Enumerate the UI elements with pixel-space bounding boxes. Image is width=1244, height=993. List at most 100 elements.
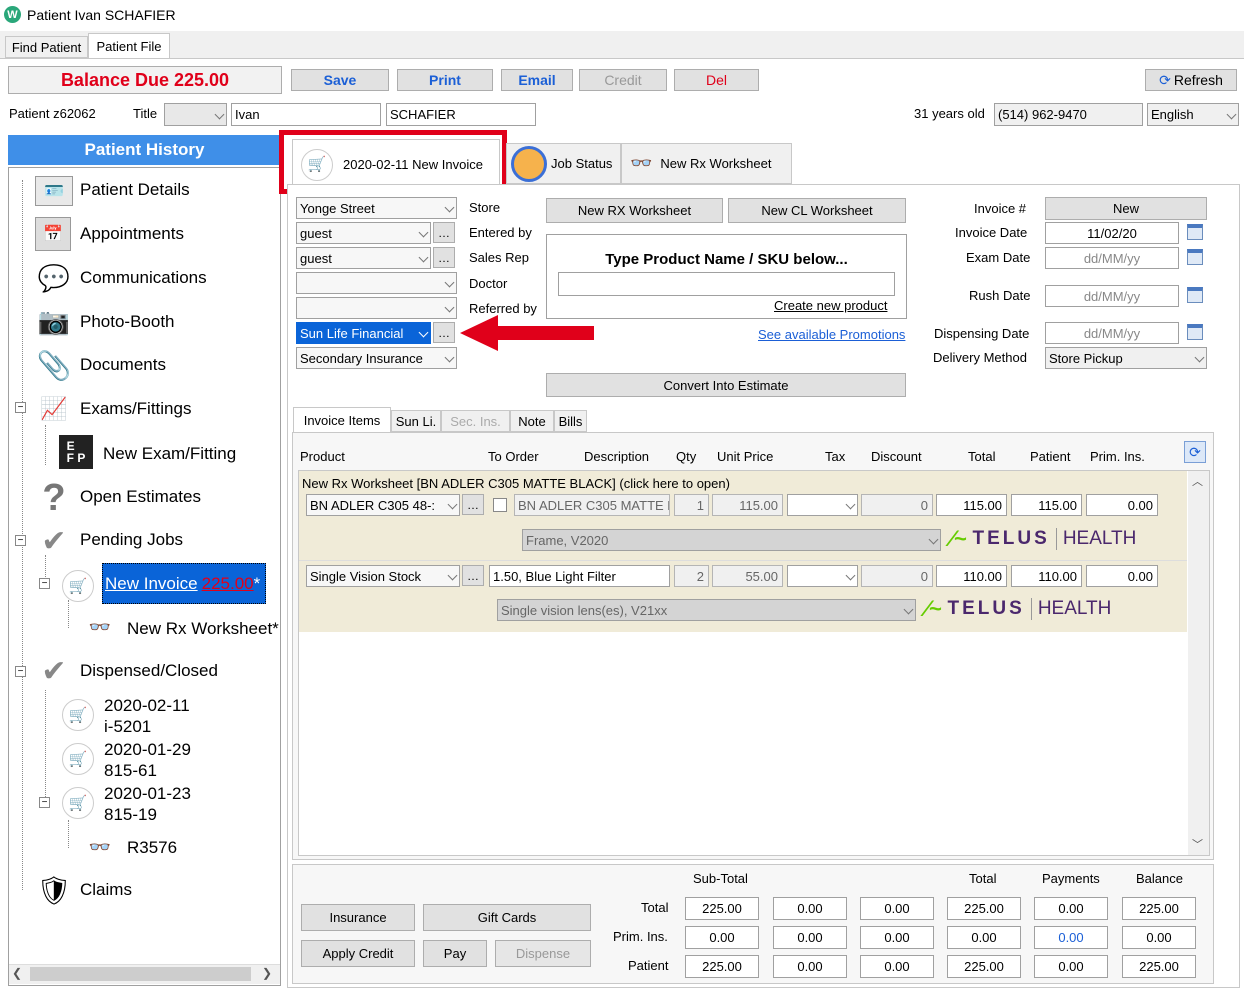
tree-pending-jobs[interactable]: Pending Jobs: [80, 530, 183, 550]
doctor-dropdown[interactable]: [296, 272, 457, 294]
row2-total[interactable]: 110.00: [936, 565, 1007, 587]
row1-total[interactable]: 115.00: [936, 494, 1007, 516]
row1-description[interactable]: BN ADLER C305 MATTE B: [514, 494, 670, 516]
insurance-button[interactable]: Insurance: [301, 904, 415, 931]
row2-tax-dropdown[interactable]: [787, 565, 858, 587]
tab-sec-ins[interactable]: Sec. Ins.: [441, 410, 510, 432]
prim-payments[interactable]: 0.00: [1034, 926, 1108, 949]
tree-invoice-815-61[interactable]: 2020-01-29 815-61: [104, 739, 191, 781]
language-dropdown[interactable]: English: [1147, 103, 1239, 126]
insurance-dropdown[interactable]: Sun Life Financial: [296, 322, 431, 344]
tree-documents[interactable]: Documents: [80, 355, 166, 375]
save-button[interactable]: Save: [291, 69, 389, 91]
print-button[interactable]: Print: [397, 69, 493, 91]
delivery-method-dropdown[interactable]: Store Pickup: [1045, 347, 1207, 369]
tree-invoice-815-19[interactable]: 2020-01-23 815-19: [104, 783, 191, 825]
scroll-down-icon[interactable]: ﹀: [1192, 836, 1203, 852]
secondary-insurance-dropdown[interactable]: Secondary Insurance: [296, 347, 457, 369]
entered-by-dropdown[interactable]: guest: [296, 222, 431, 244]
row2-description[interactable]: 1.50, Blue Light Filter: [489, 565, 670, 587]
tree-photo-booth[interactable]: Photo-Booth: [80, 312, 175, 332]
row1-more-button[interactable]: …: [462, 494, 484, 515]
row2-sub-dropdown[interactable]: Single vision lens(es), V21xx: [497, 599, 916, 621]
tree-new-exam[interactable]: New Exam/Fitting: [103, 444, 236, 464]
tab-sun-life[interactable]: Sun Li.: [391, 410, 441, 432]
insurance-more-button[interactable]: …: [433, 322, 455, 343]
tab-find-patient[interactable]: Find Patient: [5, 36, 88, 58]
convert-estimate-button[interactable]: Convert Into Estimate: [546, 373, 906, 397]
row1-qty[interactable]: 1: [674, 494, 709, 516]
exam-date-field[interactable]: dd/MM/yy: [1045, 247, 1179, 269]
tab-bills[interactable]: Bills: [554, 410, 587, 432]
delete-button[interactable]: Del: [674, 69, 759, 91]
first-name-field[interactable]: Ivan: [231, 103, 381, 126]
tab-note[interactable]: Note: [510, 410, 554, 432]
scroll-up-icon[interactable]: ︿: [1192, 473, 1203, 489]
row2-unit-price[interactable]: 55.00: [712, 565, 783, 587]
create-product-link[interactable]: Create new product: [774, 298, 887, 313]
row2-more-button[interactable]: …: [462, 565, 484, 586]
entered-by-more-button[interactable]: …: [433, 222, 455, 243]
row2-prim-ins[interactable]: 0.00: [1086, 565, 1158, 587]
tree-claims[interactable]: Claims: [80, 880, 132, 900]
calendar-icon[interactable]: [1187, 224, 1203, 240]
promotions-link[interactable]: See available Promotions: [758, 327, 905, 342]
new-rx-worksheet-button[interactable]: New RX Worksheet: [546, 198, 723, 223]
tab-patient-file[interactable]: Patient File: [88, 33, 170, 59]
phone-field[interactable]: (514) 962-9470: [994, 103, 1143, 126]
row1-unit-price[interactable]: 115.00: [712, 494, 783, 516]
invoice-date-field[interactable]: 11/02/20: [1045, 222, 1179, 244]
calendar-icon[interactable]: [1187, 249, 1203, 265]
store-dropdown[interactable]: Yonge Street: [296, 197, 457, 219]
email-button[interactable]: Email: [501, 69, 573, 91]
referred-by-dropdown[interactable]: [296, 297, 457, 319]
pay-button[interactable]: Pay: [423, 940, 487, 967]
last-name-field[interactable]: SCHAFIER: [386, 103, 536, 126]
calendar-icon[interactable]: [1187, 324, 1203, 340]
history-header[interactable]: Patient History: [8, 135, 281, 165]
tree-new-rx-worksheet[interactable]: New Rx Worksheet*: [127, 619, 279, 639]
tree-open-estimates[interactable]: Open Estimates: [80, 487, 201, 507]
row1-product-dropdown[interactable]: BN ADLER C305 48-:: [306, 494, 460, 516]
tree-dispensed-closed[interactable]: Dispensed/Closed: [80, 661, 218, 681]
tree-appointments[interactable]: Appointments: [80, 224, 184, 244]
scroll-right-icon[interactable]: ❯: [262, 966, 272, 980]
balance-due-button[interactable]: Balance Due 225.00: [8, 66, 282, 94]
tree-new-invoice[interactable]: New Invoice 225.00 *: [102, 563, 266, 604]
row1-discount[interactable]: 0: [861, 494, 933, 516]
tab-job-status[interactable]: Job Status: [506, 143, 621, 184]
dispensing-date-field[interactable]: dd/MM/yy: [1045, 322, 1179, 344]
items-scrollbar[interactable]: [1188, 471, 1209, 855]
sales-rep-more-button[interactable]: …: [433, 247, 455, 268]
scroll-thumb[interactable]: [30, 967, 251, 981]
row1-to-order-checkbox[interactable]: [493, 498, 507, 512]
tree-rx-r3576[interactable]: R3576: [127, 838, 177, 858]
gift-cards-button[interactable]: Gift Cards: [423, 904, 591, 931]
product-search-input[interactable]: [558, 272, 895, 296]
new-cl-worksheet-button[interactable]: New CL Worksheet: [728, 198, 906, 223]
group-title[interactable]: New Rx Worksheet [BN ADLER C305 MATTE BL…: [302, 476, 730, 491]
title-dropdown[interactable]: [164, 103, 227, 126]
credit-button[interactable]: Credit: [579, 69, 667, 91]
tab-new-rx-worksheet[interactable]: 👓 New Rx Worksheet: [621, 143, 792, 184]
rush-date-field[interactable]: dd/MM/yy: [1045, 285, 1179, 307]
row1-prim-ins[interactable]: 0.00: [1086, 494, 1158, 516]
row1-tax-dropdown[interactable]: [787, 494, 858, 516]
tree-communications[interactable]: Communications: [80, 268, 207, 288]
refresh-items-icon[interactable]: ⟳: [1184, 441, 1206, 463]
refresh-button[interactable]: ⟳ Refresh: [1145, 69, 1237, 91]
apply-credit-button[interactable]: Apply Credit: [301, 940, 415, 967]
scroll-left-icon[interactable]: ❮: [12, 966, 22, 980]
tree-exams-fittings[interactable]: Exams/Fittings: [80, 399, 191, 419]
row1-patient[interactable]: 115.00: [1011, 494, 1082, 516]
calendar-icon[interactable]: [1187, 287, 1203, 303]
invoice-no-button[interactable]: New: [1045, 197, 1207, 220]
row2-discount[interactable]: 0: [861, 565, 933, 587]
tab-invoice-items[interactable]: Invoice Items: [293, 407, 391, 433]
sales-rep-dropdown[interactable]: guest: [296, 247, 431, 269]
row2-product-dropdown[interactable]: Single Vision Stock: [306, 565, 460, 587]
row1-sub-dropdown[interactable]: Frame, V2020: [522, 529, 941, 551]
tree-invoice-i-5201[interactable]: 2020-02-11 i-5201: [104, 695, 190, 737]
row2-patient[interactable]: 110.00: [1011, 565, 1082, 587]
tree-patient-details[interactable]: Patient Details: [80, 180, 190, 200]
